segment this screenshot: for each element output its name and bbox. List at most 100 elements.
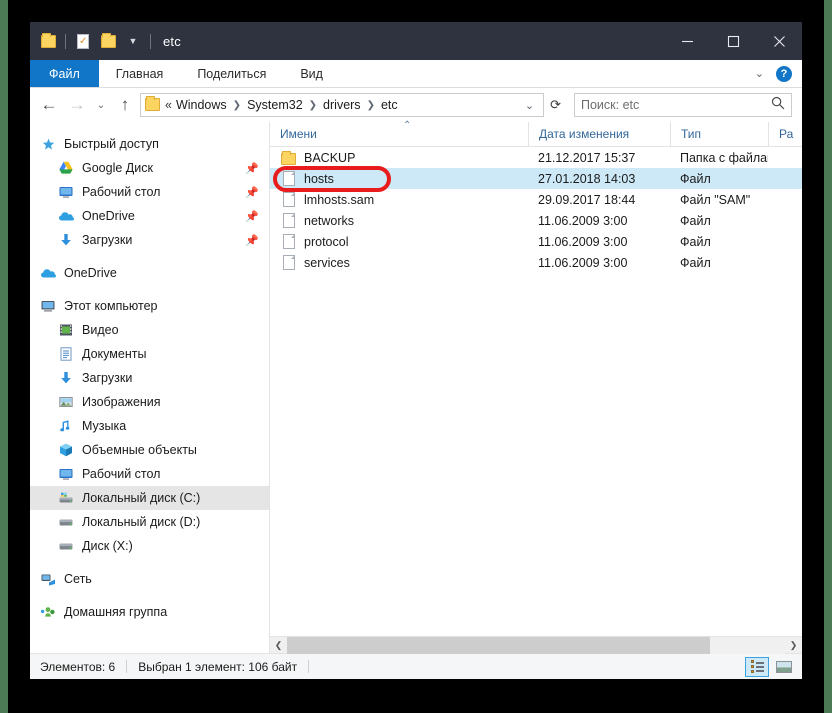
ribbon-actions: ⌄ ? xyxy=(755,60,802,87)
chevron-left-icon[interactable]: ❮ xyxy=(270,640,287,651)
file-icon xyxy=(280,234,297,249)
sidebar-item-homegroup[interactable]: Домашняя группа xyxy=(30,600,269,624)
file-icon xyxy=(280,255,297,270)
sidebar-item-label: Объемные объекты xyxy=(82,443,197,457)
breadcrumb-item-system32[interactable]: System32 xyxy=(247,98,303,112)
status-bar: Элементов: 6 Выбран 1 элемент: 106 байт xyxy=(30,653,802,679)
forward-arrow-icon[interactable]: → xyxy=(64,92,90,118)
homegroup-icon xyxy=(40,604,57,621)
chevron-right-icon[interactable]: ❯ xyxy=(785,640,802,651)
horizontal-scrollbar[interactable]: ❮ ❯ xyxy=(270,636,802,654)
sidebar-item-network[interactable]: Сеть xyxy=(30,567,269,591)
tab-share[interactable]: Поделиться xyxy=(180,60,283,87)
properties-icon[interactable] xyxy=(72,28,94,54)
chevron-right-icon[interactable]: ❯ xyxy=(362,100,380,111)
chevron-right-icon[interactable]: ❯ xyxy=(228,100,246,111)
sidebar-item-desktop-quick[interactable]: Рабочий стол 📌 xyxy=(30,180,269,204)
sidebar-item-downloads-quick[interactable]: Загрузки 📌 xyxy=(30,228,269,252)
music-icon xyxy=(58,418,75,435)
help-icon[interactable]: ? xyxy=(776,65,792,82)
column-header-label: Тип xyxy=(681,127,702,141)
file-name: BACKUP xyxy=(304,150,356,165)
pin-icon[interactable]: 📌 xyxy=(245,162,259,175)
up-arrow-icon[interactable]: ↑ xyxy=(112,92,138,118)
scrollbar-thumb[interactable] xyxy=(287,636,711,654)
file-name: hosts xyxy=(304,171,334,186)
chevron-down-icon[interactable]: ⌄ xyxy=(755,67,764,80)
sidebar-item-pictures[interactable]: Изображения xyxy=(30,390,269,414)
column-header-size[interactable]: Ра xyxy=(768,121,828,147)
sidebar-item-downloads[interactable]: Загрузки xyxy=(30,366,269,390)
sidebar-item-music[interactable]: Музыка xyxy=(30,414,269,438)
scrollbar-track[interactable] xyxy=(287,636,785,654)
sidebar-item-label: Загрузки xyxy=(82,371,133,385)
maximize-button[interactable] xyxy=(710,22,756,60)
table-row[interactable]: services 11.06.2009 3:00 Файл xyxy=(270,252,802,273)
table-row[interactable]: BACKUP 21.12.2017 15:37 Папка с файлами xyxy=(270,147,802,168)
system-drive-icon xyxy=(58,490,75,507)
ribbon-tabs: Файл Главная Поделиться Вид ⌄ ? xyxy=(30,60,802,88)
column-header-date[interactable]: Дата изменения xyxy=(528,121,670,147)
sidebar-item-label: Локальный диск (D:) xyxy=(82,515,201,529)
window-title: etc xyxy=(163,33,181,49)
pin-icon[interactable]: 📌 xyxy=(245,210,259,223)
recent-locations-chevron-down-icon[interactable]: ⌄ xyxy=(92,92,110,118)
sidebar-item-local-disk-d[interactable]: Локальный диск (D:) xyxy=(30,510,269,534)
sidebar-item-google-drive[interactable]: Google Диск 📌 xyxy=(30,156,269,180)
sidebar-item-label: Музыка xyxy=(82,419,127,433)
sidebar-item-label: Изображения xyxy=(82,395,161,409)
sidebar-item-onedrive-quick[interactable]: OneDrive 📌 xyxy=(30,204,269,228)
onedrive-icon xyxy=(40,265,57,282)
column-header-type[interactable]: Тип xyxy=(670,121,768,147)
table-row[interactable]: protocol 11.06.2009 3:00 Файл xyxy=(270,231,802,252)
table-row[interactable]: networks 11.06.2009 3:00 Файл xyxy=(270,210,802,231)
view-mode-buttons xyxy=(745,656,796,677)
sidebar-item-local-disk-c[interactable]: Локальный диск (C:) xyxy=(30,486,269,510)
details-view-button[interactable] xyxy=(745,656,769,677)
column-header-name[interactable]: Имени ⌃ xyxy=(270,119,528,147)
pin-icon[interactable]: 📌 xyxy=(245,186,259,199)
pin-icon[interactable]: 📌 xyxy=(245,234,259,247)
search-input[interactable]: Поиск: etc xyxy=(574,93,792,117)
divider xyxy=(65,33,66,49)
refresh-icon[interactable]: ⟳ xyxy=(546,97,565,113)
minimize-button[interactable] xyxy=(664,22,710,60)
selection-label: Выбран 1 элемент: 106 байт xyxy=(138,659,298,674)
folder-icon[interactable] xyxy=(37,28,59,54)
back-arrow-icon[interactable]: ← xyxy=(36,92,62,118)
chevron-down-icon[interactable]: ⌄ xyxy=(518,99,541,112)
sidebar-item-desktop[interactable]: Рабочий стол xyxy=(30,462,269,486)
thumbnails-view-button[interactable] xyxy=(772,657,796,677)
sidebar-item-documents[interactable]: Документы xyxy=(30,342,269,366)
new-folder-icon[interactable] xyxy=(97,28,119,54)
table-row[interactable]: lmhosts.sam 29.09.2017 18:44 Файл "SAM" xyxy=(270,189,802,210)
sidebar-item-3d-objects[interactable]: Объемные объекты xyxy=(30,438,269,462)
sidebar-item-videos[interactable]: Видео xyxy=(30,318,269,342)
tab-home[interactable]: Главная xyxy=(99,60,181,87)
sidebar-item-onedrive[interactable]: OneDrive xyxy=(30,261,269,285)
column-header-label: Ра xyxy=(779,127,794,141)
cell-date: 21.12.2017 15:37 xyxy=(538,150,636,165)
breadcrumb-overflow[interactable]: « xyxy=(165,98,172,112)
sidebar-item-this-pc[interactable]: Этот компьютер xyxy=(30,294,269,318)
caret-up-icon: ⌃ xyxy=(403,119,412,131)
tab-view[interactable]: Вид xyxy=(283,60,340,87)
close-button[interactable] xyxy=(756,22,802,60)
cell-type: Файл xyxy=(680,255,711,270)
sidebar-item-quick-access[interactable]: Быстрый доступ xyxy=(30,132,269,156)
breadcrumb-item-etc[interactable]: etc xyxy=(381,98,398,112)
breadcrumb-item-drivers[interactable]: drivers xyxy=(323,98,361,112)
sidebar-item-disk-x[interactable]: Диск (X:) xyxy=(30,534,269,558)
cell-date: 29.09.2017 18:44 xyxy=(538,192,636,207)
file-name: networks xyxy=(304,213,355,228)
breadcrumb-bar[interactable]: « Windows ❯ System32 ❯ drivers ❯ etc ⌄ xyxy=(140,93,545,117)
table-row[interactable]: hosts 27.01.2018 14:03 Файл xyxy=(270,168,802,189)
chevron-right-icon[interactable]: ❯ xyxy=(304,100,322,111)
breadcrumb-item-windows[interactable]: Windows xyxy=(176,98,227,112)
cell-type: Файл "SAM" xyxy=(680,192,751,207)
tab-file[interactable]: Файл xyxy=(30,60,99,87)
sidebar-item-label: OneDrive xyxy=(82,209,135,223)
search-icon[interactable] xyxy=(771,96,785,115)
chevron-down-icon[interactable]: ▼ xyxy=(122,28,144,54)
cell-date: 11.06.2009 3:00 xyxy=(538,255,628,270)
